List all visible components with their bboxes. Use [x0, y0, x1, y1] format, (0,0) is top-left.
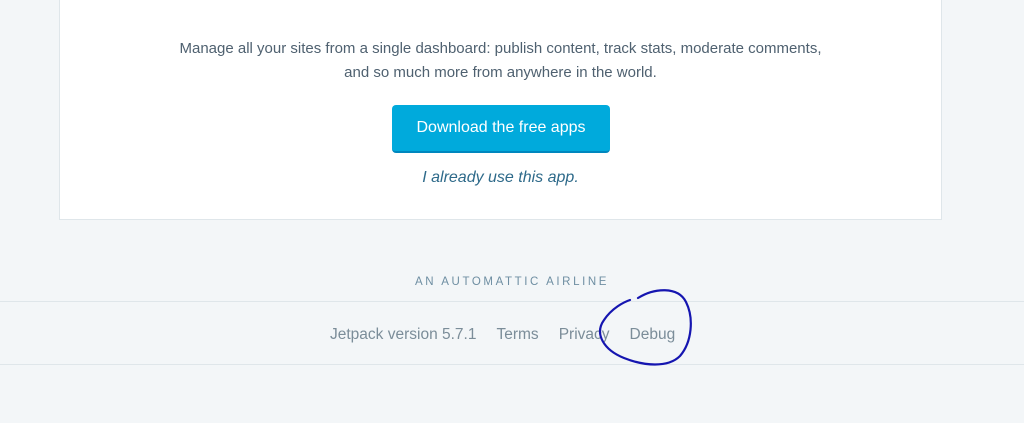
footer-links: Jetpack version 5.7.1 Terms Privacy Debu…: [330, 326, 675, 344]
card-heading-cutoff: [60, 0, 941, 1]
jetpack-version: Jetpack version 5.7.1: [330, 326, 477, 343]
automattic-tagline[interactable]: AN AUTOMATTIC AIRLINE: [0, 276, 1024, 288]
already-use-app-link[interactable]: I already use this app.: [60, 169, 941, 187]
terms-link[interactable]: Terms: [496, 326, 538, 344]
promo-card: Manage all your sites from a single dash…: [59, 0, 942, 220]
download-apps-button[interactable]: Download the free apps: [392, 105, 610, 153]
debug-link[interactable]: Debug: [630, 326, 676, 344]
card-description-line-1: Manage all your sites from a single dash…: [179, 40, 822, 57]
privacy-link[interactable]: Privacy: [559, 326, 610, 344]
card-description: Manage all your sites from a single dash…: [60, 37, 941, 85]
card-description-line-2: and so much more from anywhere in the wo…: [344, 64, 657, 81]
footer-bar: Jetpack version 5.7.1 Terms Privacy Debu…: [0, 301, 1024, 365]
